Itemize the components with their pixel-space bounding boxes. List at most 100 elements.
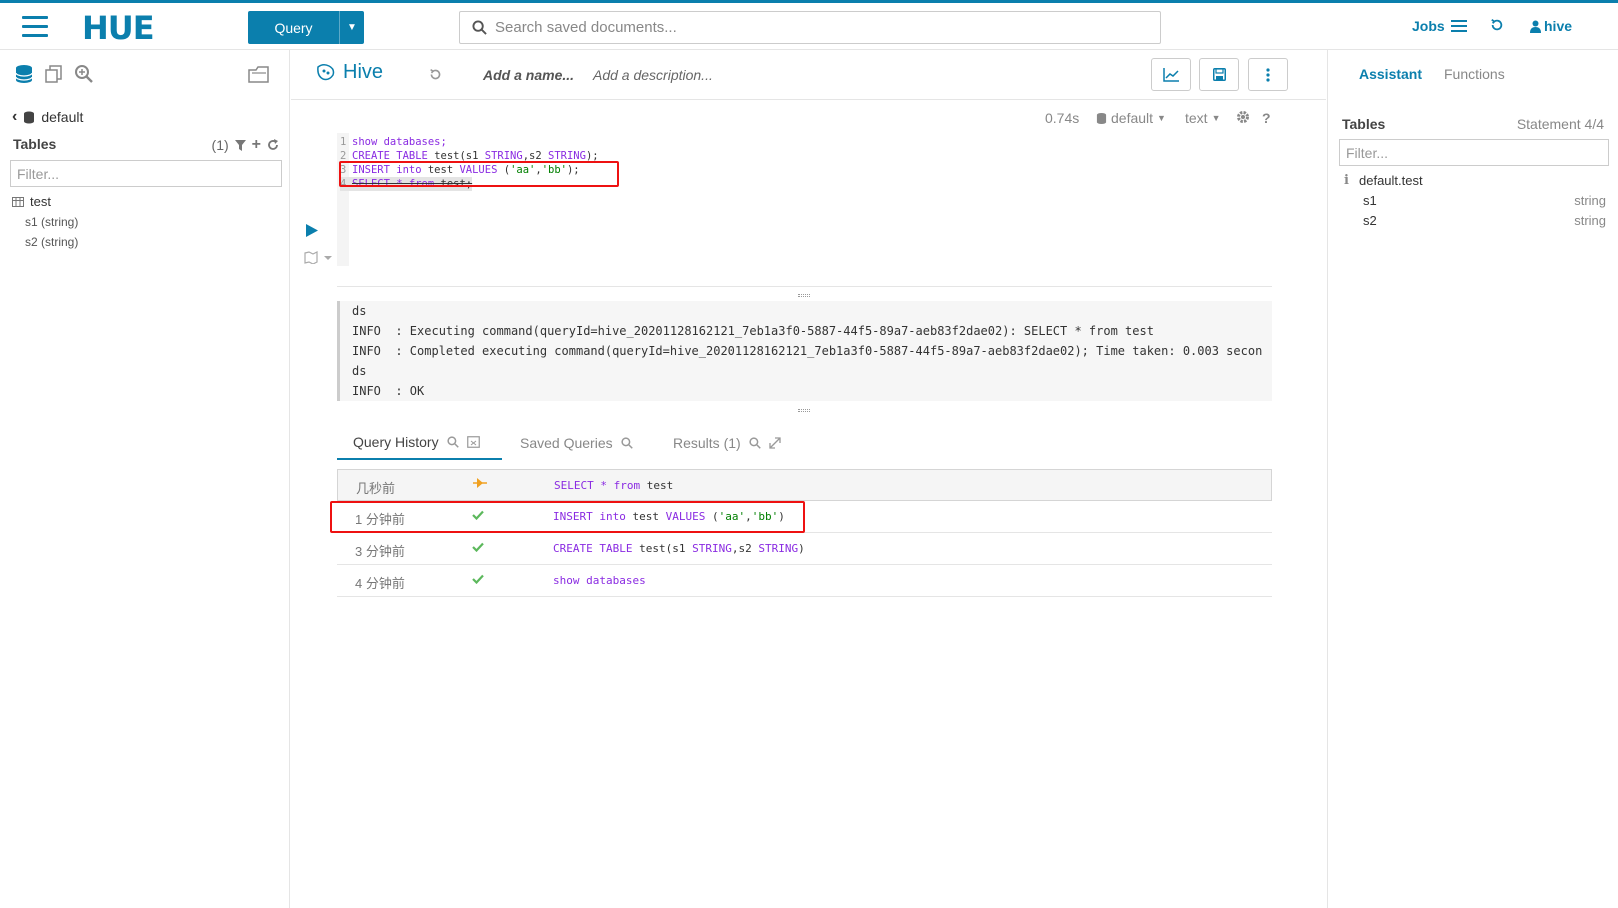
run-play-icon[interactable] bbox=[306, 224, 318, 237]
search-icon[interactable] bbox=[749, 436, 761, 449]
search-input[interactable] bbox=[495, 19, 1135, 36]
refresh-icon[interactable] bbox=[267, 139, 279, 151]
column-name: s1 bbox=[1363, 193, 1377, 208]
tables-label: Tables bbox=[13, 136, 57, 152]
history-query: CREATE TABLE test(s1 STRING,s2 STRING) bbox=[553, 542, 805, 555]
query-button-label[interactable]: Query bbox=[248, 11, 340, 44]
database-small-icon bbox=[24, 111, 35, 123]
database-small-icon bbox=[1096, 112, 1107, 124]
search-icon[interactable] bbox=[446, 435, 459, 448]
highlight-box bbox=[330, 501, 805, 533]
editor-type-title: Hive bbox=[315, 61, 383, 84]
help-icon[interactable]: ? bbox=[1262, 110, 1271, 126]
tab-query-history[interactable]: Query History bbox=[337, 425, 502, 460]
database-name: default bbox=[41, 109, 84, 125]
assistant-filter-input[interactable] bbox=[1339, 139, 1609, 166]
tab-functions[interactable]: Functions bbox=[1444, 66, 1505, 82]
query-button[interactable]: Query ▼ bbox=[248, 11, 364, 44]
folder-icon[interactable] bbox=[248, 64, 270, 84]
assistant-tables-label: Tables bbox=[1342, 116, 1386, 132]
query-history-list: 几秒前 SELECT * from test 1 分钟前 INSERT into… bbox=[337, 469, 1272, 597]
table-name: test bbox=[30, 194, 51, 209]
table-item-test[interactable]: test bbox=[12, 194, 51, 209]
sql-editor[interactable]: 1 show databases; 2 CREATE TABLE test(s1 S… bbox=[337, 133, 1272, 266]
zoom-search-icon[interactable] bbox=[74, 64, 94, 84]
tables-count: (1) bbox=[211, 137, 229, 153]
history-row[interactable]: 3 分钟前 CREATE TABLE test(s1 STRING,s2 STR… bbox=[337, 533, 1272, 565]
selected-format: text bbox=[1185, 110, 1208, 126]
column-item[interactable]: s2 (string) bbox=[25, 235, 78, 249]
chart-button[interactable] bbox=[1151, 58, 1191, 91]
jobs-link[interactable]: Jobs bbox=[1412, 18, 1467, 34]
column-item[interactable]: s1 (string) bbox=[25, 215, 78, 229]
left-assist-panel: ‹ default Tables (1) + test s1 (string) … bbox=[0, 50, 290, 908]
tab-label: Results (1) bbox=[673, 434, 741, 451]
top-navbar: HUE Query ▼ Jobs hive bbox=[0, 0, 1618, 50]
format-selector[interactable]: text ▼ bbox=[1185, 110, 1221, 126]
user-icon bbox=[1530, 20, 1541, 33]
user-name: hive bbox=[1544, 18, 1573, 34]
query-dropdown-caret-icon[interactable]: ▼ bbox=[340, 11, 364, 44]
success-check-icon bbox=[472, 540, 484, 555]
statement-counter: Statement 4/4 bbox=[1516, 116, 1604, 132]
hive-logo-icon bbox=[317, 63, 335, 80]
log-line: INFO : OK bbox=[352, 384, 425, 398]
database-icon[interactable] bbox=[14, 64, 34, 84]
more-options-button[interactable] bbox=[1248, 58, 1288, 91]
result-tabs: Query History Saved Queries Results (1) bbox=[337, 425, 1272, 460]
database-breadcrumb[interactable]: ‹ default bbox=[12, 108, 83, 126]
resize-grip-icon[interactable] bbox=[798, 294, 810, 297]
jobs-list-icon bbox=[1450, 20, 1467, 32]
jobs-label: Jobs bbox=[1412, 18, 1445, 34]
database-selector[interactable]: default ▼ bbox=[1096, 110, 1166, 126]
editor-divider bbox=[337, 286, 1272, 287]
snippet-map-icon[interactable] bbox=[304, 251, 334, 264]
add-icon[interactable]: + bbox=[252, 136, 261, 154]
history-time: 4 分钟前 bbox=[355, 576, 405, 591]
history-row[interactable]: 4 分钟前 show databases bbox=[337, 565, 1272, 597]
info-icon[interactable]: i bbox=[1344, 173, 1349, 188]
expand-icon[interactable] bbox=[769, 436, 781, 449]
search-icon[interactable] bbox=[620, 436, 633, 449]
running-icon bbox=[473, 477, 487, 492]
tab-results[interactable]: Results (1) bbox=[673, 425, 781, 460]
search-box[interactable] bbox=[459, 11, 1161, 44]
history-row[interactable]: 几秒前 SELECT * from test bbox=[337, 469, 1272, 501]
tab-saved-queries[interactable]: Saved Queries bbox=[520, 425, 633, 460]
calendar-clear-icon[interactable] bbox=[466, 435, 480, 448]
history-query: show databases bbox=[553, 574, 646, 587]
highlight-box bbox=[339, 161, 619, 187]
history-time: 几秒前 bbox=[356, 481, 396, 496]
editor-header: Hive Add a name... Add a description... bbox=[291, 50, 1326, 100]
settings-gear-icon[interactable] bbox=[1236, 110, 1250, 124]
column-type: string bbox=[1574, 193, 1606, 208]
tab-assistant[interactable]: Assistant bbox=[1359, 66, 1422, 82]
tables-header: Tables (1) + bbox=[13, 136, 279, 154]
add-name-field[interactable]: Add a name... bbox=[483, 67, 574, 83]
documents-icon[interactable] bbox=[44, 64, 64, 84]
code-line: 1 show databases; bbox=[340, 136, 447, 148]
left-panel-toolbar bbox=[14, 64, 94, 84]
caret-down-icon: ▼ bbox=[1157, 113, 1166, 123]
resize-grip-icon[interactable] bbox=[798, 409, 810, 412]
save-button[interactable] bbox=[1199, 58, 1239, 91]
more-vertical-icon bbox=[1266, 67, 1270, 82]
history-undo-icon[interactable] bbox=[429, 68, 442, 81]
table-icon bbox=[12, 196, 24, 207]
tab-label: Saved Queries bbox=[520, 434, 613, 451]
user-menu[interactable]: hive bbox=[1530, 18, 1572, 34]
filter-icon[interactable] bbox=[234, 139, 246, 151]
hamburger-menu-icon[interactable] bbox=[22, 16, 48, 38]
search-icon bbox=[472, 20, 487, 35]
log-line: INFO : Completed executing command(query… bbox=[352, 344, 1263, 358]
assistant-table-name: default.test bbox=[1359, 173, 1423, 188]
add-description-field[interactable]: Add a description... bbox=[593, 67, 713, 83]
selected-database: default bbox=[1111, 110, 1154, 126]
success-check-icon bbox=[472, 572, 484, 587]
back-chevron-icon[interactable]: ‹ bbox=[12, 108, 17, 126]
save-icon bbox=[1212, 68, 1226, 81]
hue-logo[interactable]: HUE bbox=[82, 9, 155, 47]
history-icon[interactable] bbox=[1490, 18, 1504, 32]
log-line: ds bbox=[352, 364, 367, 378]
left-filter-input[interactable] bbox=[10, 160, 282, 187]
